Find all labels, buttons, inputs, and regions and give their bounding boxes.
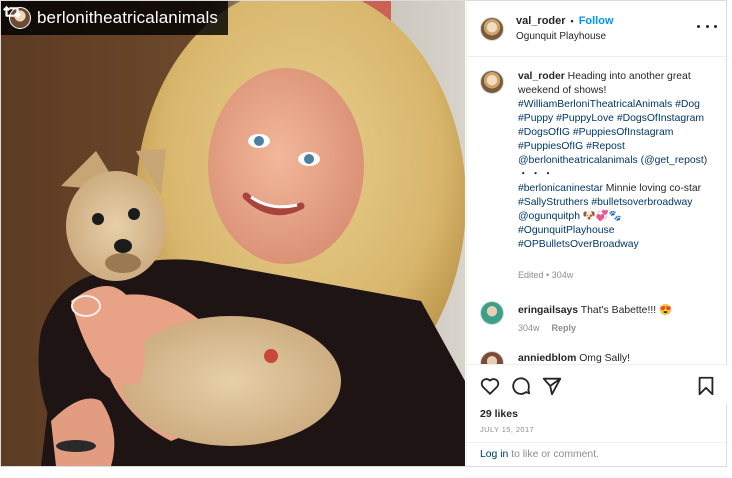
share-icon[interactable] xyxy=(541,375,563,397)
repost-attribution[interactable]: berlonitheatricalanimals xyxy=(1,1,228,35)
heart-icon[interactable] xyxy=(479,375,501,397)
commenter-username[interactable]: eringailsays xyxy=(518,305,578,316)
caption-age[interactable]: 304w xyxy=(552,270,574,280)
caption-hashtag-link[interactable]: #OPBulletsOverBroadway xyxy=(518,239,639,250)
login-prompt-text: to like or comment. xyxy=(508,449,599,460)
caption-hashtag-link[interactable]: #DogsOfInstagram xyxy=(617,113,704,124)
post-side-panel: val_roder • Follow Ogunquit Playhouse va… xyxy=(466,1,729,466)
reply-button[interactable]: Reply xyxy=(552,323,577,333)
comment-icon[interactable] xyxy=(510,375,532,397)
comment-body: That's Babette!!! 😍 xyxy=(580,305,672,316)
caption-meta: Edited • 304w xyxy=(518,270,573,280)
meta-separator: • xyxy=(546,270,550,280)
follow-button[interactable]: Follow xyxy=(579,15,614,27)
caption-hashtag-link[interactable]: #PuppiesOfIG xyxy=(518,141,583,152)
author-username[interactable]: val_roder xyxy=(516,15,566,27)
comment-age[interactable]: 304w xyxy=(518,323,540,333)
caption-hashtag-link[interactable]: #berlonicaninestar xyxy=(518,183,603,194)
caption-hashtag-link[interactable]: @ogunquitph xyxy=(518,211,580,222)
edited-label: Edited xyxy=(518,270,544,280)
post-photo[interactable]: berlonitheatricalanimals xyxy=(1,1,465,466)
post-header: val_roder • Follow Ogunquit Playhouse xyxy=(467,1,729,57)
action-bar xyxy=(467,364,729,404)
bookmark-icon[interactable] xyxy=(695,375,717,397)
login-prompt: Log in to like or comment. xyxy=(467,442,729,466)
caption-hashtag-link[interactable]: #SallyStruthers xyxy=(518,197,588,208)
author-avatar[interactable] xyxy=(480,17,504,41)
post-date: JULY 15, 2017 xyxy=(480,425,535,434)
caption-hashtag-link[interactable]: #Repost xyxy=(586,141,625,152)
caption-hashtag-link[interactable]: #Puppy xyxy=(518,113,553,124)
repost-username: berlonitheatricalanimals xyxy=(37,8,218,27)
commenter-username[interactable]: anniedblom xyxy=(518,353,576,364)
location-link[interactable]: Ogunquit Playhouse xyxy=(516,31,606,42)
separator-dot: • xyxy=(570,16,574,26)
author-line: val_roder • Follow xyxy=(516,15,614,27)
comment-meta: 304w Reply xyxy=(518,323,576,333)
more-options-icon[interactable] xyxy=(697,19,717,33)
caption-hashtag-link[interactable]: #OgunquitPlayhouse xyxy=(518,225,614,236)
comment-text: eringailsays That's Babette!!! 😍 xyxy=(518,303,672,316)
caption-text-fragment: 🐶💞🐾 xyxy=(579,211,622,222)
caption-hashtag-link[interactable]: #PuppiesOfInstagram xyxy=(573,127,674,138)
repost-icon xyxy=(2,5,22,19)
caption-avatar[interactable] xyxy=(480,70,504,94)
caption-text-fragment: ・・・ xyxy=(518,169,556,180)
comments-section[interactable]: val_roder Heading into another great wee… xyxy=(467,58,729,364)
commenter-avatar[interactable] xyxy=(480,351,504,364)
login-link[interactable]: Log in xyxy=(480,449,508,460)
caption-hashtag-link[interactable]: @berlonitheatricalanimals xyxy=(518,155,638,166)
photo-illustration xyxy=(1,1,465,466)
likes-count[interactable]: 29 likes xyxy=(480,408,518,420)
caption-text: Heading into another great weekend of sh… xyxy=(518,71,707,250)
comment-text: anniedblom Omg Sally! xyxy=(518,353,630,364)
instagram-post: berlonitheatricalanimals val_roder • Fol… xyxy=(0,0,729,467)
caption-hashtag-link[interactable]: #bulletsoverbroadway xyxy=(591,197,692,208)
caption-hashtag-link[interactable]: #WilliamBerloniTheatricalAnimals xyxy=(518,99,672,110)
commenter-avatar[interactable] xyxy=(480,301,504,325)
comment-body: Omg Sally! xyxy=(579,353,631,364)
caption-hashtag-link[interactable]: #Dog xyxy=(675,99,700,110)
caption-text-fragment: Minnie loving co-star xyxy=(602,183,702,194)
caption-body: val_roder Heading into another great wee… xyxy=(518,70,718,252)
caption-hashtag-link[interactable]: #PuppyLove xyxy=(556,113,614,124)
caption-hashtag-link[interactable]: (@get_repost) xyxy=(641,155,708,166)
caption-username[interactable]: val_roder xyxy=(518,71,565,82)
caption-hashtag-link[interactable]: #DogsOfIG xyxy=(518,127,570,138)
